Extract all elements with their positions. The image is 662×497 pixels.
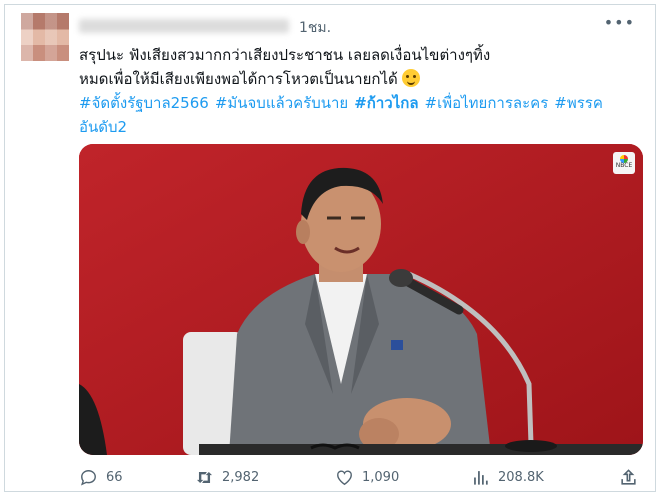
more-horizontal-icon[interactable]: ••• — [604, 13, 635, 32]
tweet-text-line-1: สรุปนะ ฟังเสียงสวมากกว่าเสียงประชาชน เลย… — [79, 46, 491, 64]
share-icon — [621, 469, 636, 485]
hashtag-link[interactable]: #จัดตั้งรัฐบาล2566 — [79, 94, 209, 112]
retweet-count: 2,982 — [222, 470, 260, 485]
views-bar-chart-icon — [474, 471, 488, 485]
views-count: 208.8K — [498, 470, 544, 485]
hashtag-link[interactable]: #มันจบแล้วครับนาย — [215, 94, 348, 112]
tweet-text-line-2: หมดเพื่อให้มีเสียงเพียงพอได้การโหวตเป็นน… — [79, 67, 644, 91]
hashtag-link[interactable]: #ก้าวไกล — [354, 94, 418, 112]
author-name-blurred[interactable] — [79, 19, 289, 33]
retweet-button[interactable]: 2,982 — [195, 468, 259, 487]
tweet-text-line-2-content: หมดเพื่อให้มีเสียงเพียงพอได้การโหวตเป็นน… — [79, 70, 398, 88]
like-button[interactable]: 1,090 — [335, 468, 399, 487]
views-button[interactable]: 208.8K — [471, 468, 544, 487]
hashtag-link[interactable]: #เพื่อไทยการละคร — [425, 94, 549, 112]
share-button[interactable] — [619, 468, 638, 487]
hashtag-link-continued[interactable]: อันดับ2 — [79, 118, 127, 136]
reply-button[interactable]: 66 — [79, 468, 123, 487]
hashtag-line-1: #จัดตั้งรัฐบาล2566 #มันจบแล้วครับนาย #ก้าว… — [79, 91, 644, 115]
retweet-icon — [196, 471, 213, 484]
tweet-timestamp[interactable]: 1ชม. — [299, 17, 331, 39]
hashtag-link[interactable]: #พรรค — [554, 94, 603, 112]
video-frame-illustration — [79, 144, 643, 455]
heart-icon — [337, 470, 352, 486]
tweet-text: สรุปนะ ฟังเสียงสวมากกว่าเสียงประชาชน เลย… — [79, 43, 644, 139]
avatar[interactable] — [21, 13, 69, 61]
channel-watermark-logo: NBCE — [613, 152, 635, 174]
reply-count: 66 — [106, 470, 123, 485]
reply-icon — [81, 470, 96, 486]
like-count: 1,090 — [362, 470, 400, 485]
video-media[interactable]: NBCE — [79, 144, 643, 455]
smiling-face-icon — [401, 69, 420, 87]
tweet-card[interactable]: 1ชม. ••• สรุปนะ ฟังเสียงสวมากกว่าเสียงปร… — [4, 4, 656, 492]
tweet-actions: 66 2,982 1,090 208.8K — [79, 468, 649, 492]
hashtag-line-2: อันดับ2 — [79, 115, 644, 139]
